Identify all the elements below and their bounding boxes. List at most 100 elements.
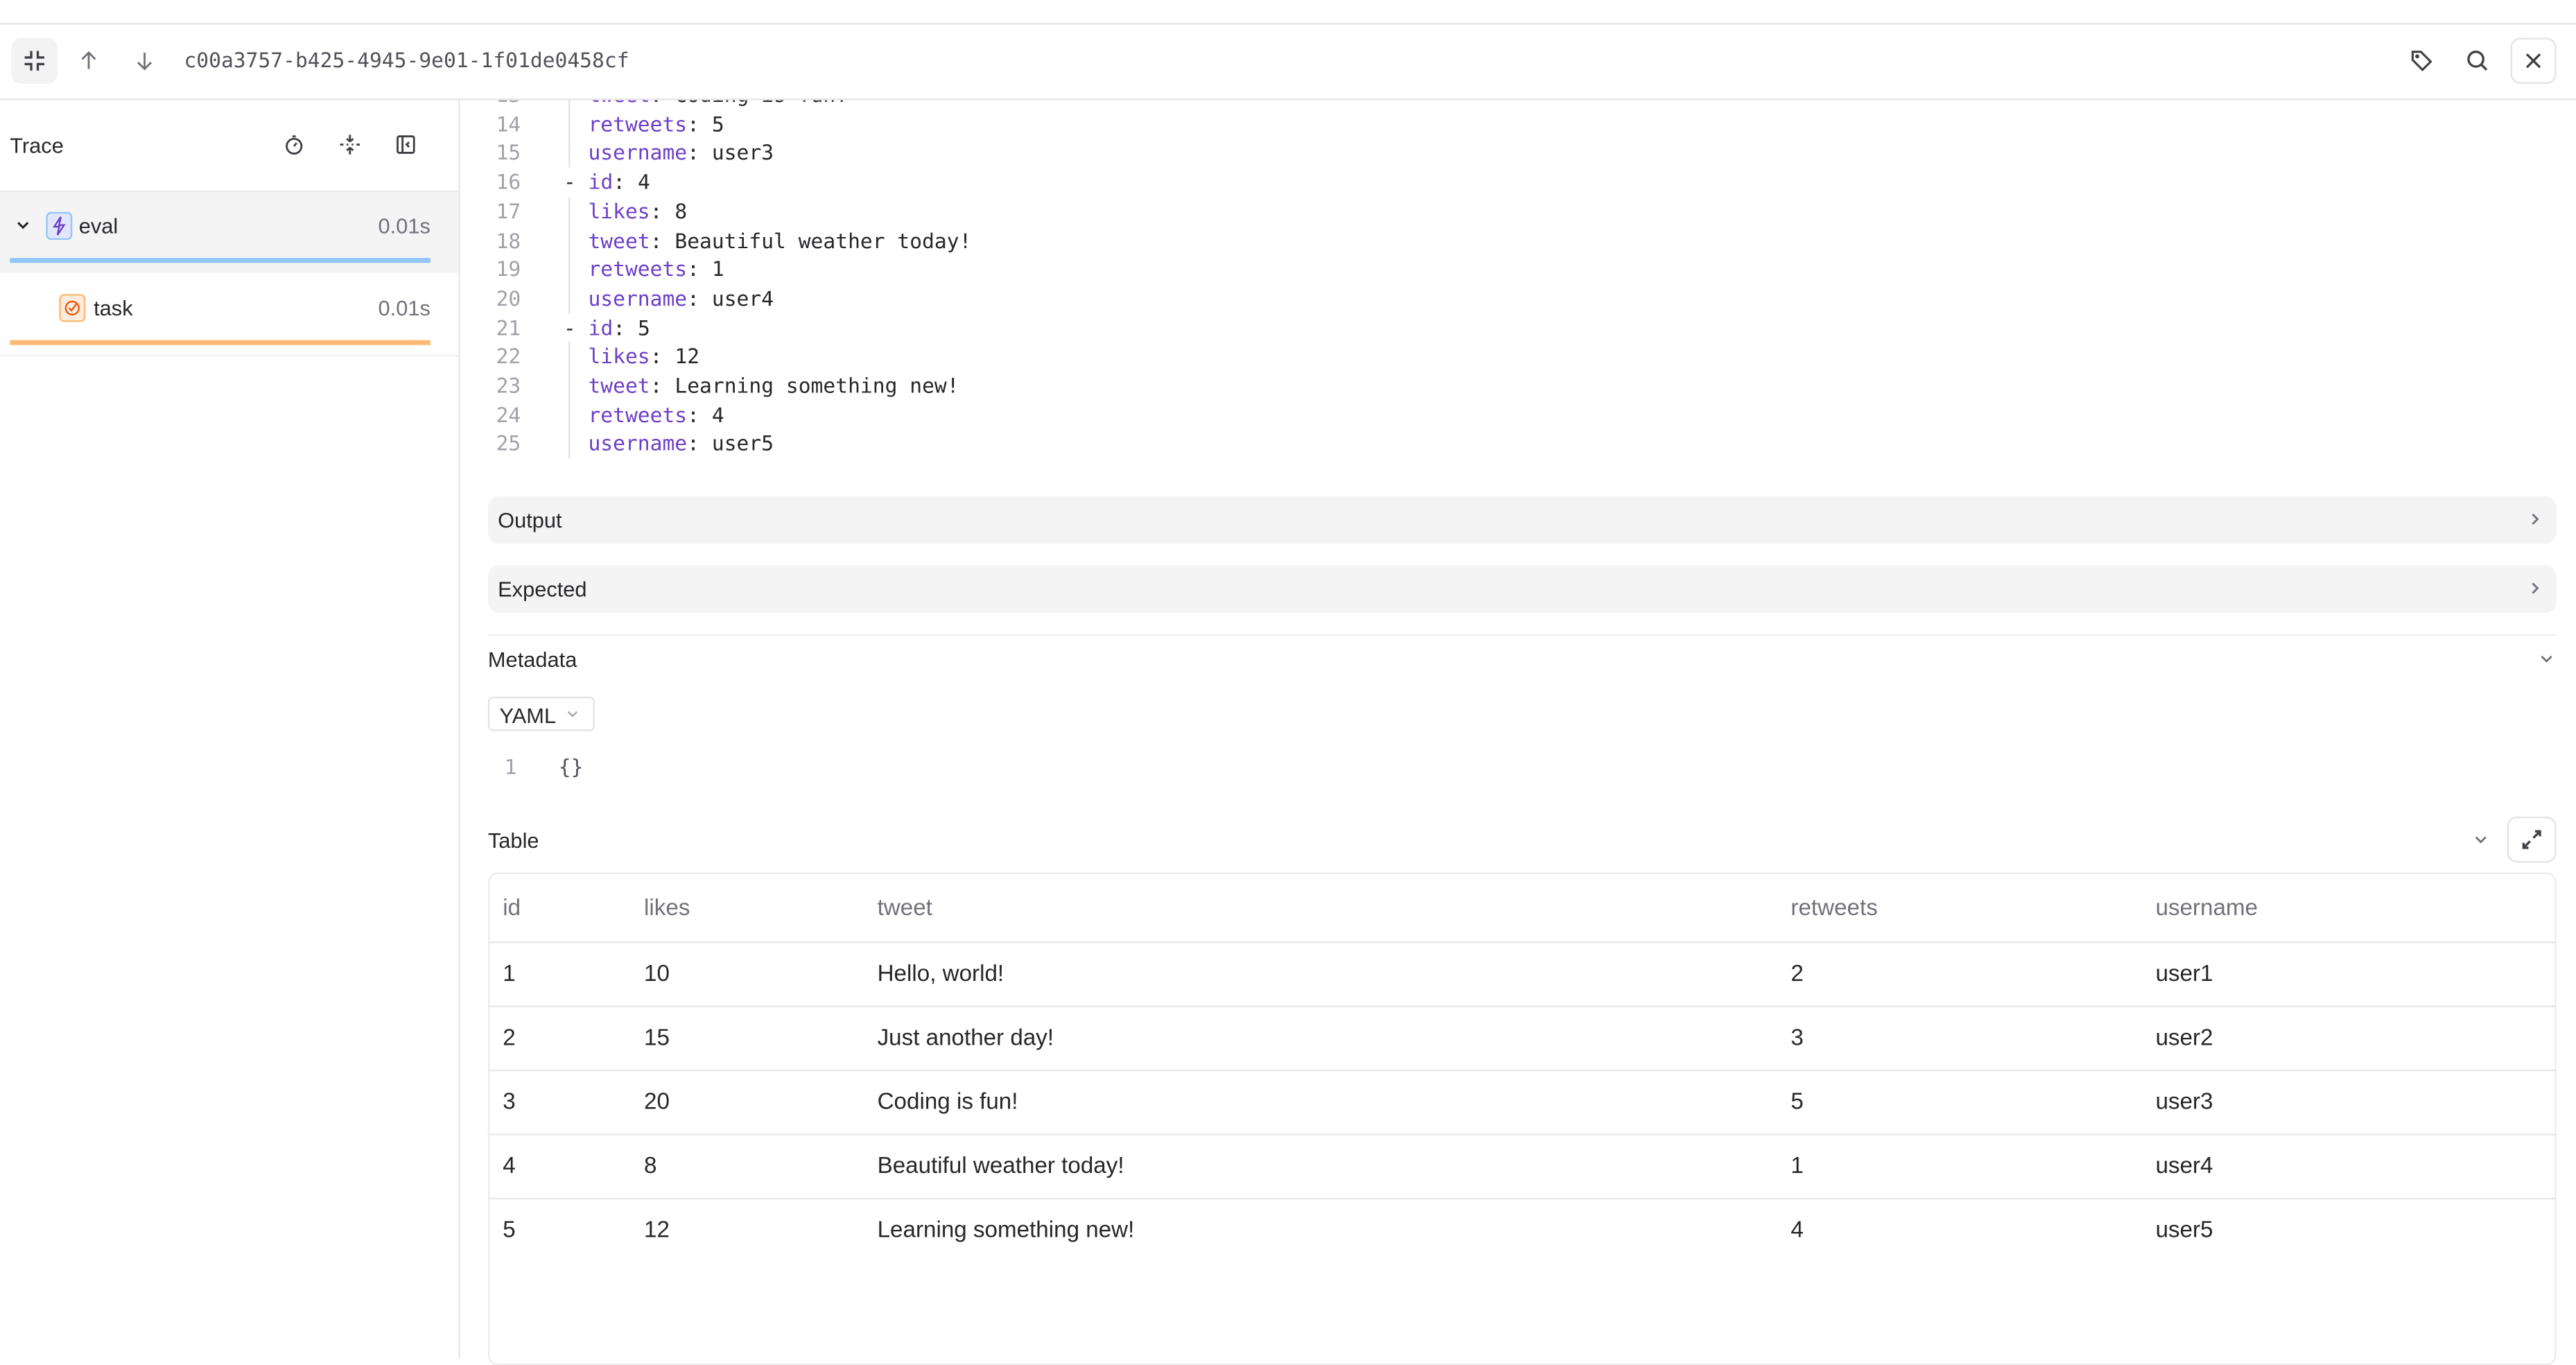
output-section-toggle[interactable]: Output: [487, 496, 2557, 544]
line-number: 17: [496, 198, 521, 223]
expand-table-button[interactable]: [2507, 816, 2557, 863]
table-cell: 5: [503, 1215, 516, 1242]
yaml-key: id: [588, 169, 613, 194]
chevron-down-icon: [567, 711, 578, 718]
line-number: 24: [496, 401, 521, 427]
column-header-id[interactable]: id: [503, 894, 521, 920]
indent-guide: [568, 139, 571, 168]
table-cell: 2: [1791, 959, 1804, 986]
chevron-down-icon[interactable]: [2473, 831, 2489, 848]
line-number: 16: [496, 169, 521, 194]
table-label[interactable]: Table: [488, 828, 539, 853]
table-cell: user3: [2155, 1087, 2213, 1114]
yaml-key: tweet: [588, 227, 650, 252]
tag-button[interactable]: [2399, 38, 2444, 84]
table-cell: Coding is fun!: [877, 1087, 1018, 1114]
row-divider: [487, 1133, 2557, 1136]
indent-guide: [568, 284, 571, 314]
yaml-value: Coding is fun!: [675, 101, 848, 107]
yaml-key: tweet: [588, 372, 650, 398]
yaml-value: 8: [675, 198, 688, 223]
metadata-line-number: 1: [504, 754, 517, 779]
code-text: tweet: Learning something new!: [588, 372, 959, 398]
column-header-retweets[interactable]: retweets: [1791, 894, 1877, 920]
row-divider: [487, 941, 2557, 944]
column-header-likes[interactable]: likes: [644, 894, 690, 920]
trace-id: c00a3757-b425-4945-9e01-1f01de0458cf: [184, 47, 629, 73]
code-text: username: user3: [588, 140, 774, 165]
table-cell: 1: [503, 959, 516, 986]
row-divider: [487, 1005, 2557, 1007]
indent-guide: [568, 225, 571, 256]
yaml-value: 12: [675, 344, 700, 369]
line-number: 25: [496, 431, 521, 456]
table-cell: user1: [2155, 959, 2213, 986]
yaml-value: 4: [638, 169, 650, 194]
indent-guide: [568, 100, 571, 110]
indent-guide: [568, 429, 571, 460]
table-cell: 4: [1791, 1215, 1804, 1242]
code-text: - id: 4: [563, 169, 650, 194]
table-cell: 1: [1791, 1151, 1804, 1179]
row-divider: [487, 1069, 2557, 1072]
line-number: 19: [496, 257, 521, 281]
list-dash: -: [563, 169, 589, 194]
chevron-down-icon[interactable]: [2539, 651, 2555, 668]
table-cell: 2: [503, 1023, 516, 1050]
expected-section-toggle[interactable]: Expected: [487, 565, 2557, 614]
code-text: username: user4: [588, 286, 774, 311]
table-cell: 15: [644, 1023, 670, 1050]
yaml-key: likes: [588, 344, 650, 369]
expected-label: Expected: [498, 576, 587, 602]
metadata-value: {}: [558, 754, 584, 779]
collapse-icon: [24, 51, 44, 71]
line-number: 23: [496, 372, 521, 398]
chevron-right-icon: [2532, 582, 2539, 594]
yaml-key: tweet: [588, 101, 650, 107]
table-cell: user4: [2155, 1151, 2213, 1179]
metadata-label[interactable]: Metadata: [488, 647, 577, 672]
output-label: Output: [498, 507, 562, 532]
search-button[interactable]: [2455, 38, 2500, 84]
yaml-key: username: [588, 140, 688, 165]
yaml-value: user5: [711, 431, 774, 456]
line-number: 15: [496, 140, 521, 165]
divider: [487, 634, 2557, 636]
format-select[interactable]: YAML: [487, 696, 595, 731]
table-cell: user2: [2155, 1023, 2213, 1050]
code-text: - id: 5: [563, 315, 650, 340]
yaml-key: likes: [588, 198, 650, 223]
indent-guide: [568, 196, 571, 227]
yaml-key: retweets: [588, 401, 688, 427]
collapse-button[interactable]: [11, 37, 58, 84]
table-cell: user5: [2155, 1215, 2213, 1242]
code-text: username: user5: [588, 431, 774, 456]
table-cell: Beautiful weather today!: [877, 1151, 1124, 1179]
line-number: 18: [496, 227, 521, 252]
trace-viewer: c00a3757-b425-4945-9e01-1f01de0458cf Tra…: [0, 0, 2576, 1365]
close-icon: [2525, 53, 2541, 69]
table-cell: 5: [1791, 1087, 1804, 1114]
search-icon: [2467, 50, 2488, 71]
line-number: 20: [496, 286, 521, 311]
row-divider: [487, 1197, 2557, 1200]
indent-guide: [568, 342, 571, 372]
column-header-username[interactable]: username: [2155, 894, 2258, 920]
close-button[interactable]: [2510, 37, 2557, 84]
code-text: likes: 12: [588, 344, 700, 369]
code-text: tweet: Beautiful weather today!: [588, 227, 972, 252]
line-number: 13: [488, 101, 521, 110]
yaml-value: 1: [711, 257, 724, 281]
table-cell: Learning something new!: [877, 1215, 1135, 1242]
next-button[interactable]: [121, 38, 167, 84]
indent-guide: [568, 110, 571, 139]
column-header-tweet[interactable]: tweet: [878, 894, 932, 920]
indent-guide: [568, 400, 571, 431]
table-cell: 3: [503, 1087, 516, 1114]
yaml-key: username: [588, 286, 688, 311]
tag-icon: [2411, 51, 2433, 71]
yaml-value: user4: [711, 286, 774, 311]
previous-button[interactable]: [66, 38, 112, 84]
yaml-key: username: [588, 431, 688, 456]
table-cell: Hello, world!: [877, 959, 1004, 986]
